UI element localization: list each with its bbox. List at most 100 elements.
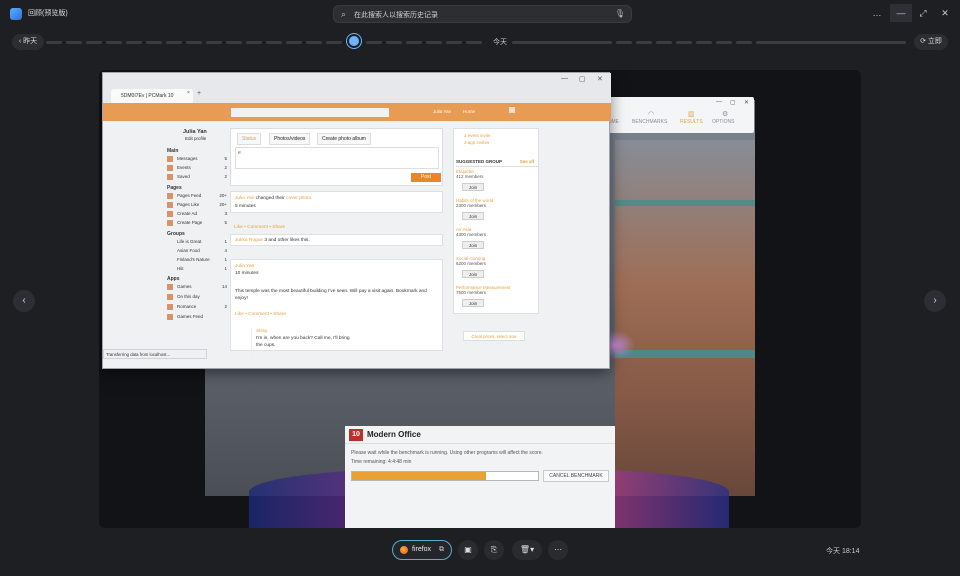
see-all-link[interactable]: See all [520,159,534,164]
join-button[interactable]: Join [462,270,484,278]
minimize-button[interactable]: — [716,99,722,105]
profile-link[interactable]: Julia Yan [433,109,451,114]
comment-body: I'm in, when are you back? Call me, I'll… [256,336,350,348]
nav-item-games-feed[interactable]: Games Feed [167,313,227,321]
nav-item-group[interactable]: Life is Great 1 [177,239,227,247]
nav-benchmarks[interactable]: BENCHMARKS [632,119,667,125]
previous-day-button[interactable]: ‹ 昨天 [12,34,44,50]
likes-row: Jukka Rogue 3 and other likes this. [230,234,443,246]
search-input[interactable]: 在此搜索人以搜索历史记录 [354,10,438,20]
previous-snapshot-button[interactable]: ‹ [13,290,35,312]
tab-photos-videos[interactable]: Photos/videos [269,133,311,145]
maximize-button[interactable]: ▢ [579,75,586,83]
new-tab-button[interactable]: + [197,90,201,97]
browser-tab[interactable]: 5DM0I7Ev | PCMark 10 [111,89,193,103]
firefox-icon [400,546,408,554]
status-input[interactable]: e [235,147,439,169]
nav-item-pages-feed[interactable]: Pages Feed 20+ [167,192,227,200]
minimize-button[interactable]: — [561,75,568,82]
facebook-topbar: Julia Yan Home [103,103,611,121]
timeline-track[interactable] [46,41,908,44]
notifications-icon[interactable] [509,107,515,113]
copy-button[interactable]: ⎘ [484,540,504,560]
nav-item-group[interactable]: Finland's Nature 1 [177,257,227,265]
close-button[interactable]: ✕ [934,4,956,22]
tab-status[interactable]: Status [237,133,262,145]
nav-results[interactable]: RESULTS [680,119,703,125]
nav-item-pages-like[interactable]: Pages Like 20+ [167,201,227,209]
home-link[interactable]: Home [463,109,475,114]
post-composer: Status Photos/videos Create photo album … [230,128,443,186]
firefox-window[interactable]: 5DM0I7Ev | PCMark 10 × + — ▢ ✕ Julia Yan… [102,72,611,369]
nav-item-games[interactable]: Games 14 [167,283,227,291]
ad-link[interactable]: Great prices, select now [463,331,525,341]
timeline-position-handle[interactable] [349,36,359,46]
nav-item-romance[interactable]: Romance 2 [167,303,227,311]
comment: Sissy I'm in, when are you back? Call me… [251,328,351,358]
minimize-button[interactable]: — [890,4,912,22]
section-pages: Pages [167,185,182,191]
benchmark-window[interactable]: — ▢ ✕ ◠ ▥ ⚙ HOME BENCHMARKS RESULTS OPTI… [604,97,754,133]
copy-text-button[interactable]: ▣ [458,540,478,560]
close-tab-icon[interactable]: × [187,90,190,96]
post-button[interactable]: Post [411,173,441,182]
maximize-button[interactable]: ⤢ [912,4,934,22]
app-label: firefox [412,546,432,553]
close-button[interactable]: ✕ [744,99,749,106]
nav-item-saved[interactable]: Saved 2 [167,173,227,181]
nav-item-create-ad[interactable]: Create Ad 3 [167,210,227,218]
cover-photo-link[interactable]: cover photo. [286,196,312,201]
pcmark-logo: 10 [349,429,363,441]
feed-post: Julia Yan 10 minutes This temple was the… [230,259,443,358]
bottom-toolbar: firefox ⧉ ▣ ⎘ 🗑▾ ⋯ 今天 18:14 [0,538,960,566]
temple-image [615,140,755,496]
nav-item-group[interactable]: Asian Food 4 [177,248,227,256]
timeline[interactable]: ‹ 昨天 今天 ⟳ 立即 [0,33,960,51]
nav-item-messages[interactable]: Messages 5 [167,155,227,163]
post-time: 5 minutes [235,204,256,209]
suggested-group: Etiquette 412 members Join [456,169,484,191]
post-author[interactable]: Julia Yan [235,264,254,269]
nav-options[interactable]: OPTIONS [712,119,735,125]
feed-post: Julia Yan changed their cover photo. 5 m… [230,191,443,213]
comment-author[interactable]: Sissy [256,328,351,335]
liker-name[interactable]: Jukka Rogue [235,238,263,243]
nav-item-create-page[interactable]: Create Page 5 [167,219,227,227]
nav-item-events[interactable]: Events 2 [167,164,227,172]
nav-item-group[interactable]: Hiit 1 [177,266,227,274]
nav-item-on-this-day[interactable]: On this day [167,293,227,301]
post-actions[interactable]: Like • Comment • Share [234,225,285,230]
time-remaining: Time remaining: 4:4:48 min [351,459,412,465]
profile-name[interactable]: Julia Yan [183,129,207,135]
open-app-button[interactable]: firefox ⧉ [392,540,452,560]
edit-profile-link[interactable]: Edit profile [185,136,206,141]
snapshot-view[interactable]: — ▢ ✕ ◠ ▥ ⚙ HOME BENCHMARKS RESULTS OPTI… [99,70,861,528]
dialog-title: Modern Office [367,430,421,439]
right-sidebar: 1 event invite 3 app invites SUGGESTED G… [453,128,539,314]
join-button[interactable]: Join [462,183,484,191]
app-invite-link[interactable]: 3 app invites [464,140,489,145]
search-box[interactable]: ⌕ 在此搜索人以搜索历史记录 🎙 [333,5,632,23]
cancel-benchmark-button[interactable]: CANCEL BENCHMARK [543,470,609,482]
close-button[interactable]: ✕ [597,75,603,83]
microphone-icon[interactable]: 🎙 [615,9,625,18]
more-options-button[interactable]: ⋯ [548,540,568,560]
app-title: 回顾(预览版) [28,10,68,17]
more-options-button[interactable]: … [866,4,888,22]
next-snapshot-button[interactable]: › [924,290,946,312]
suggested-group: Air Asia 4300 members Join [456,227,487,249]
join-button[interactable]: Join [462,299,484,307]
post-author[interactable]: Julia Yan [235,196,254,201]
maximize-button[interactable]: ▢ [730,99,736,106]
tab-create-photo-album[interactable]: Create photo album [317,133,371,145]
suggested-group-heading: SUGGESTED GROUP [456,159,503,164]
now-button[interactable]: ⟳ 立即 [914,34,948,50]
post-actions[interactable]: Like • Comment • Share [235,312,286,317]
post-time: 10 minutes [235,271,259,276]
event-invite-link[interactable]: 1 event invite [464,133,491,138]
join-button[interactable]: Join [462,241,484,249]
join-button[interactable]: Join [462,212,484,220]
delete-button[interactable]: 🗑▾ [512,540,542,560]
modern-office-dialog: 10 Modern Office Please wait while the b… [345,426,615,528]
facebook-search-input[interactable] [231,108,389,117]
